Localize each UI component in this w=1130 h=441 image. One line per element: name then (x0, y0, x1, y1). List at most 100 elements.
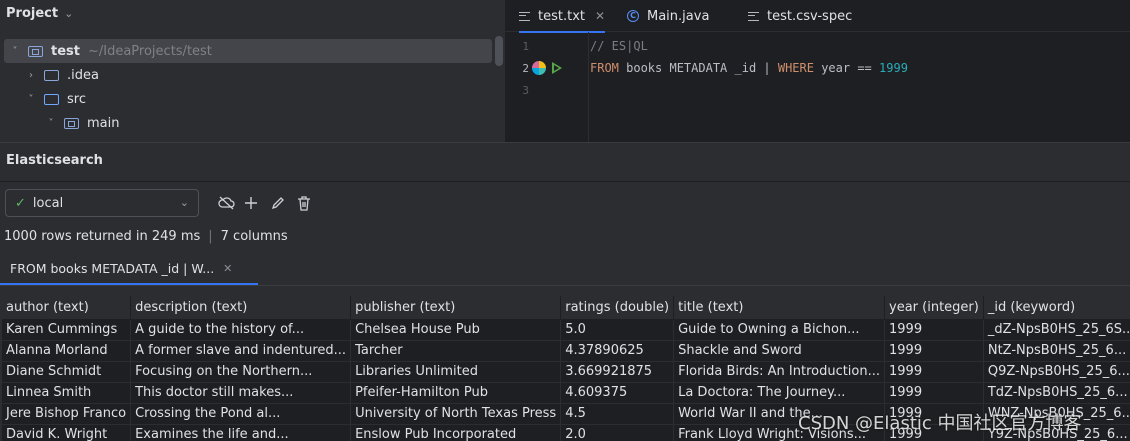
table-cell[interactable]: Guide to Owning a Bichon... (673, 319, 886, 341)
connection-label: local (32, 195, 64, 211)
line-number: 3 (522, 84, 529, 97)
column-header[interactable]: _id (keyword) (983, 296, 1130, 320)
column-header[interactable]: description (text) (130, 296, 352, 320)
table-cell[interactable]: A former slave and indentured... (130, 340, 352, 362)
table-cell[interactable]: Tarcher (350, 340, 562, 362)
table-cell[interactable]: Linnea Smith (2, 382, 132, 404)
column-header[interactable]: ratings (double) (560, 296, 675, 320)
tree-item-label: src (67, 91, 86, 107)
table-cell[interactable]: David K. Wright (2, 424, 132, 441)
table-cell[interactable]: La Doctora: The Journey... (673, 382, 886, 404)
table-row[interactable]: Diane Schmidt Focusing on the Northern..… (2, 361, 1130, 383)
tab-test-txt[interactable]: test.txt ✕ (519, 0, 606, 33)
table-cell[interactable]: Crossing the Pond al... (130, 403, 352, 425)
table-cell[interactable]: NtZ-NpsB0HS_25_6... (983, 340, 1130, 362)
text-file-icon (519, 11, 530, 21)
table-row[interactable]: Linnea Smith This doctor still makes... … (2, 382, 1130, 404)
tree-item-main[interactable]: ˅ main (44, 111, 120, 135)
tree-item-src[interactable]: ˅ src (24, 87, 86, 111)
result-tab[interactable]: FROM books METADATA _id | W... ✕ (0, 251, 258, 285)
code-line-1[interactable]: // ES|QL (590, 39, 648, 53)
table-row[interactable]: Karen Cummings A guide to the history of… (2, 319, 1130, 341)
table-cell[interactable]: Focusing on the Northern... (130, 361, 352, 383)
table-cell[interactable]: Chelsea House Pub (350, 319, 562, 341)
table-cell[interactable]: 4.37890625 (560, 340, 675, 362)
table-cell[interactable]: Q9Z-NpsB0HS_25_6... (983, 361, 1130, 383)
table-cell[interactable]: Libraries Unlimited (350, 361, 562, 383)
table-cell[interactable]: 4.609375 (560, 382, 675, 404)
table-cell[interactable]: TdZ-NpsB0HS_25_6... (983, 382, 1130, 404)
column-header[interactable]: year (integer) (884, 296, 984, 320)
project-panel-header[interactable]: Project ⌄ (6, 6, 73, 21)
elasticsearch-icon[interactable] (532, 61, 546, 75)
chevron-down-icon: ⌄ (64, 7, 74, 20)
column-header[interactable]: title (text) (673, 296, 886, 320)
java-class-icon: C (627, 10, 639, 22)
edit-icon[interactable] (268, 193, 288, 213)
scrollbar-thumb[interactable] (495, 36, 503, 66)
table-cell[interactable]: Enslow Pub Incorporated (350, 424, 562, 441)
close-icon[interactable]: ✕ (223, 262, 232, 275)
table-cell[interactable]: 5.0 (560, 319, 675, 341)
elasticsearch-panel-title: Elasticsearch (6, 153, 103, 168)
tree-item-label: main (87, 115, 120, 131)
code-line-2[interactable]: FROM books METADATA _id | WHERE year == … (590, 61, 908, 75)
add-icon[interactable] (241, 193, 261, 213)
table-cell[interactable]: Florida Birds: An Introduction... (673, 361, 886, 383)
check-icon: ✓ (15, 195, 26, 211)
column-header[interactable]: author (text) (2, 296, 132, 320)
table-cell[interactable]: 1999 (884, 382, 984, 404)
table-cell[interactable]: _dZ-NpsB0HS_25_6S... (983, 319, 1130, 341)
result-tab-label: FROM books METADATA _id | W... (10, 260, 215, 276)
table-cell[interactable]: This doctor still makes... (130, 382, 352, 404)
delete-icon[interactable] (294, 193, 314, 213)
code-keyword: WHERE (777, 61, 814, 75)
table-cell[interactable]: Alanna Morland (2, 340, 132, 362)
code-text: year == (813, 61, 880, 75)
table-cell[interactable]: Jere Bishop Franco (2, 403, 132, 425)
folder-icon (44, 93, 59, 105)
divider (0, 181, 1130, 182)
table-cell[interactable]: Shackle and Sword (673, 340, 886, 362)
expand-arrow-icon[interactable]: ˅ (8, 46, 22, 57)
expand-arrow-icon[interactable]: ˅ (24, 94, 38, 105)
editor-tab-bar: test.txt ✕ C Main.java test.csv-spec (505, 0, 1130, 33)
close-icon[interactable]: ✕ (595, 9, 605, 23)
code-number: 1999 (879, 61, 908, 75)
table-cell[interactable]: 1999 (884, 361, 984, 383)
connection-select[interactable]: ✓ local ⌄ (5, 189, 199, 217)
table-cell[interactable]: 1999 (884, 340, 984, 362)
line-number: 2 (522, 62, 529, 75)
status-separator: | (208, 229, 213, 244)
table-cell[interactable]: Karen Cummings (2, 319, 132, 341)
table-cell[interactable]: University of North Texas Press (350, 403, 562, 425)
columns-count-text: 7 columns (220, 229, 288, 244)
table-cell[interactable]: 3.669921875 (560, 361, 675, 383)
gutter-separator (588, 32, 589, 142)
tab-label: test.csv-spec (767, 8, 853, 24)
editor-area: test.txt ✕ C Main.java test.csv-spec 1 2… (505, 0, 1130, 142)
table-cell[interactable]: 2.0 (560, 424, 675, 441)
table-cell[interactable]: Pfeifer-Hamilton Pub (350, 382, 562, 404)
column-header[interactable]: publisher (text) (350, 296, 562, 320)
table-cell[interactable]: A guide to the history of... (130, 319, 352, 341)
text-file-icon (748, 11, 759, 21)
expand-arrow-icon[interactable]: ˅ (44, 118, 58, 129)
tree-item-test[interactable]: ˅ test ~/IdeaProjects/test (4, 39, 492, 63)
table-cell[interactable]: 4.5 (560, 403, 675, 425)
code-comment: // ES|QL (590, 39, 648, 53)
table-cell[interactable]: 1999 (884, 319, 984, 341)
folder-icon (44, 69, 59, 81)
run-icon[interactable] (552, 62, 562, 74)
tree-item-label: .idea (67, 67, 99, 83)
table-cell[interactable]: Examines the life and... (130, 424, 352, 441)
expand-arrow-icon[interactable]: › (24, 70, 38, 81)
tab-main-java[interactable]: C Main.java (627, 0, 709, 32)
tree-item-idea[interactable]: › .idea (24, 63, 99, 87)
header-row: author (text) description (text) publish… (2, 296, 1130, 320)
tab-test-csv-spec[interactable]: test.csv-spec (748, 0, 852, 32)
table-cell[interactable]: Diane Schmidt (2, 361, 132, 383)
table-row[interactable]: Alanna Morland A former slave and indent… (2, 340, 1130, 362)
disconnect-icon[interactable] (216, 193, 236, 213)
project-panel-title: Project (6, 6, 59, 21)
